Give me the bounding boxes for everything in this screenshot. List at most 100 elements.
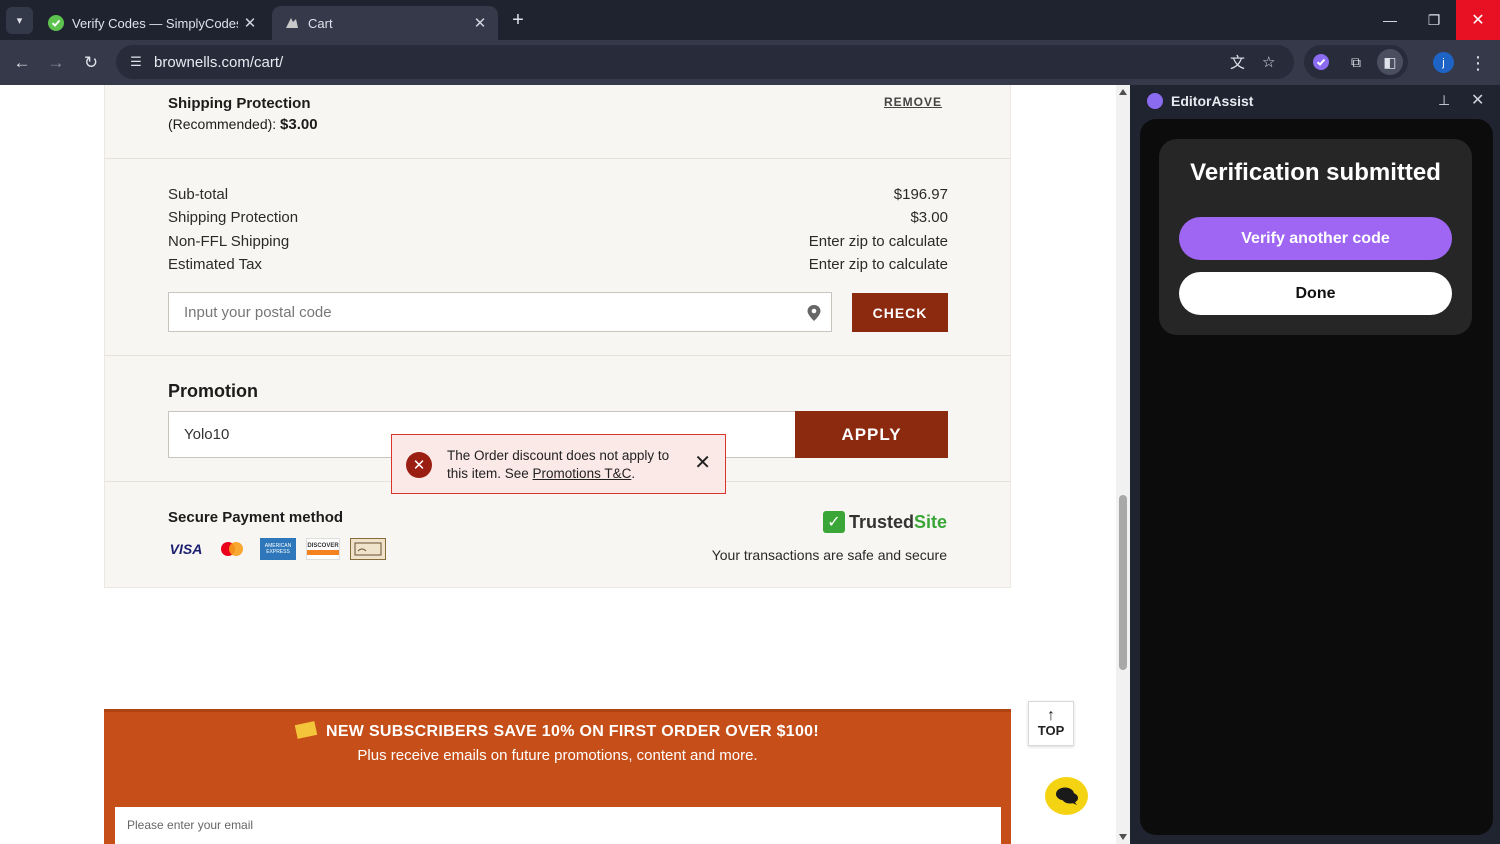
tab-close-icon[interactable]: ✕ bbox=[238, 14, 262, 32]
close-toast-icon[interactable]: ✕ bbox=[694, 453, 711, 473]
unpin-icon[interactable]: ⊥ bbox=[1438, 92, 1450, 109]
newsletter-subline: Plus receive emails on future promotions… bbox=[357, 747, 758, 764]
tab-title: Cart bbox=[308, 15, 333, 31]
summary-row-subtotal: Sub-total $196.97 bbox=[168, 186, 948, 203]
forward-arrow-icon[interactable]: → bbox=[42, 49, 70, 77]
divider bbox=[105, 158, 1010, 159]
newsletter-email-input[interactable] bbox=[115, 807, 995, 843]
brownells-favicon-icon bbox=[286, 18, 298, 28]
verify-another-code-button[interactable]: Verify another code bbox=[1179, 217, 1452, 260]
close-side-panel-icon[interactable]: ✕ bbox=[1471, 90, 1484, 110]
side-panel-body: Verification submitted Verify another co… bbox=[1140, 119, 1493, 835]
chat-button[interactable] bbox=[1045, 777, 1088, 815]
shipping-protection-price: $3.00 bbox=[280, 116, 318, 133]
side-panel-icon[interactable]: ◧ bbox=[1377, 49, 1403, 75]
address-bar[interactable]: ☰ brownells.com/cart/ 文 ☆ bbox=[116, 45, 1294, 79]
shipping-protection-subtitle: (Recommended): $3.00 bbox=[168, 116, 318, 133]
summary-label: Sub-total bbox=[168, 186, 229, 203]
payment-cards: VISA AMERICAN EXPRESS DISCOVER bbox=[168, 537, 396, 561]
summary-value: Enter zip to calculate bbox=[808, 233, 948, 250]
error-x-circle-icon: ✕ bbox=[406, 452, 432, 478]
check-payment-icon bbox=[350, 538, 386, 560]
trustedsite-site: Site bbox=[913, 511, 947, 532]
window-close-icon[interactable]: ✕ bbox=[1456, 0, 1500, 40]
summary-label: Shipping Protection bbox=[168, 209, 299, 226]
cart-summary-card: Shipping Protection (Recommended): $3.00… bbox=[104, 85, 1011, 588]
top-label: TOP bbox=[1037, 723, 1065, 738]
envelope-icon bbox=[294, 721, 318, 739]
summary-value: $196.97 bbox=[893, 186, 948, 203]
newsletter-headline: NEW SUBSCRIBERS SAVE 10% ON FIRST ORDER … bbox=[104, 721, 1011, 741]
remove-shipping-protection-link[interactable]: REMOVE bbox=[884, 95, 942, 109]
translate-icon[interactable]: 文 bbox=[1230, 52, 1245, 73]
visa-card-icon: VISA bbox=[168, 538, 204, 560]
site-info-icon[interactable]: ☰ bbox=[122, 54, 150, 70]
trustedsite-name: TrustedSite bbox=[849, 512, 947, 533]
browser-toolbar: ← → ↻ ☰ brownells.com/cart/ 文 ☆ ⧉ ◧ j ⋮ bbox=[0, 40, 1500, 85]
shipping-protection-recommended: (Recommended): bbox=[168, 116, 277, 132]
trustedsite-trusted: Trusted bbox=[848, 511, 914, 532]
secure-transactions-text: Your transactions are safe and secure bbox=[711, 547, 947, 563]
check-shield-icon: ✓ bbox=[822, 511, 845, 533]
newsletter-headline-text: NEW SUBSCRIBERS SAVE 10% ON FIRST ORDER … bbox=[325, 723, 820, 740]
verification-heading: Verification submitted bbox=[1190, 159, 1441, 186]
puzzle-extensions-icon[interactable]: ⧉ bbox=[1343, 49, 1369, 75]
shipping-protection-title: Shipping Protection bbox=[168, 95, 311, 112]
summary-row-estimated-tax: Estimated Tax Enter zip to calculate bbox=[168, 256, 948, 273]
window-minimize-icon[interactable]: — bbox=[1368, 0, 1412, 40]
amex-card-icon: AMERICAN EXPRESS bbox=[260, 538, 296, 560]
editorassist-extension-icon[interactable] bbox=[1308, 49, 1334, 75]
newsletter-banner: NEW SUBSCRIBERS SAVE 10% ON FIRST ORDER … bbox=[104, 709, 1011, 844]
tab-cart[interactable]: Cart ✕ bbox=[272, 6, 498, 40]
divider bbox=[105, 355, 1010, 356]
check-postal-button[interactable]: CHECK bbox=[852, 293, 948, 332]
editorassist-logo-icon bbox=[1147, 93, 1163, 109]
tab-search-button[interactable]: ▾ bbox=[6, 7, 33, 34]
postal-code-input[interactable] bbox=[169, 293, 769, 331]
done-button[interactable]: Done bbox=[1179, 272, 1452, 315]
secure-payment-title: Secure Payment method bbox=[168, 509, 344, 526]
url-text: brownells.com/cart/ bbox=[154, 53, 284, 71]
promo-error-message: The Order discount does not apply to thi… bbox=[447, 447, 672, 483]
profile-avatar[interactable]: j bbox=[1433, 52, 1454, 73]
tab-close-icon[interactable]: ✕ bbox=[468, 14, 492, 32]
new-tab-plus-icon[interactable]: + bbox=[506, 8, 530, 32]
simplycodes-favicon-icon bbox=[48, 15, 64, 31]
tab-strip: ▾ Verify Codes — SimplyCodes ✕ Cart ✕ + … bbox=[0, 0, 1500, 40]
promotions-tc-link[interactable]: Promotions T&C bbox=[533, 466, 632, 481]
scroll-up-arrow-icon[interactable] bbox=[1119, 89, 1127, 95]
arrow-up-icon: ↑ bbox=[1047, 707, 1055, 724]
window-restore-icon[interactable]: ❐ bbox=[1412, 0, 1456, 40]
side-panel-header: EditorAssist ⊥ ✕ bbox=[1130, 85, 1500, 118]
reload-icon[interactable]: ↻ bbox=[77, 49, 105, 77]
tab-verify-codes[interactable]: Verify Codes — SimplyCodes ✕ bbox=[36, 6, 268, 40]
page-scrollbar[interactable] bbox=[1116, 85, 1130, 844]
scrollbar-thumb[interactable] bbox=[1119, 495, 1127, 670]
summary-row-non-ffl-shipping: Non-FFL Shipping Enter zip to calculate bbox=[168, 233, 948, 250]
visa-label: VISA bbox=[169, 541, 203, 557]
discover-label: DISCOVER bbox=[307, 543, 339, 549]
location-pin-icon bbox=[807, 305, 821, 321]
apply-promo-button[interactable]: APPLY bbox=[795, 411, 948, 458]
scroll-to-top-button[interactable]: ↑ TOP bbox=[1028, 701, 1074, 746]
editorassist-side-panel: EditorAssist ⊥ ✕ Verification submitted … bbox=[1130, 85, 1500, 844]
promo-error-toast: ✕ The Order discount does not apply to t… bbox=[391, 434, 726, 494]
bookmark-star-icon[interactable]: ☆ bbox=[1262, 53, 1275, 71]
web-page: Shipping Protection (Recommended): $3.00… bbox=[0, 85, 1116, 844]
summary-label: Estimated Tax bbox=[168, 256, 262, 273]
scroll-down-arrow-icon[interactable] bbox=[1119, 834, 1127, 840]
trustedsite-badge[interactable]: ✓ TrustedSite bbox=[822, 511, 947, 533]
postal-code-field[interactable] bbox=[168, 292, 832, 332]
side-panel-title: EditorAssist bbox=[1171, 93, 1254, 109]
tab-title: Verify Codes — SimplyCodes bbox=[72, 15, 238, 31]
mastercard-icon bbox=[214, 538, 250, 560]
back-arrow-icon[interactable]: ← bbox=[8, 49, 36, 77]
summary-row-shipping-protection: Shipping Protection $3.00 bbox=[168, 209, 948, 226]
browser-menu-icon[interactable]: ⋮ bbox=[1468, 49, 1488, 77]
error-suffix: . bbox=[631, 466, 636, 481]
chat-bubbles-icon bbox=[1055, 787, 1078, 805]
summary-value: Enter zip to calculate bbox=[808, 256, 948, 273]
extensions-group: ⧉ ◧ bbox=[1304, 45, 1408, 79]
newsletter-email-field[interactable] bbox=[115, 807, 1001, 844]
promotion-title: Promotion bbox=[168, 381, 258, 401]
